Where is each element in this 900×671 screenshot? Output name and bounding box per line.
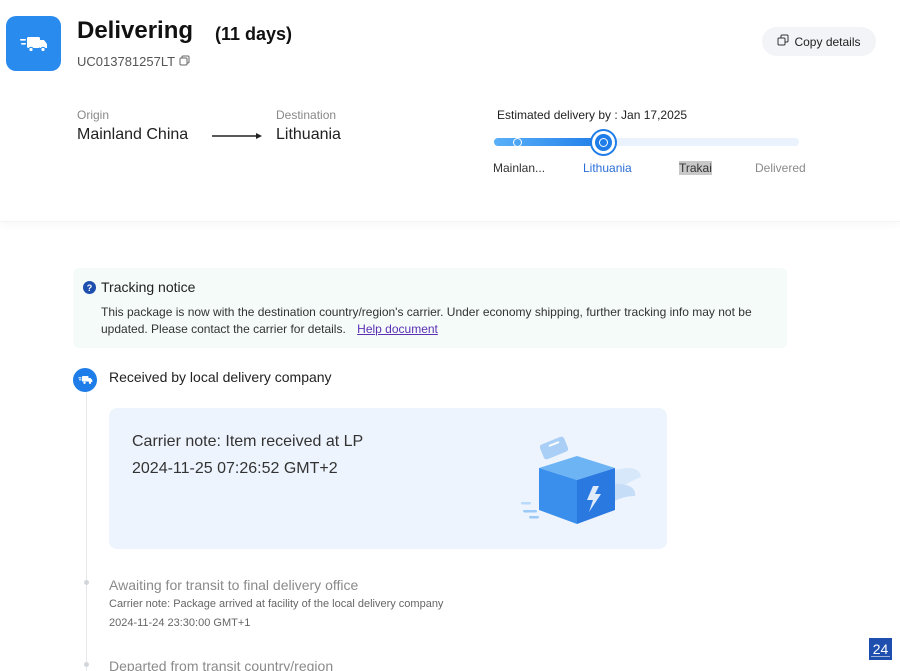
tracking-number: UC013781257LT — [77, 54, 190, 69]
event-timestamp: 2024-11-24 23:30:00 GMT+1 — [109, 617, 251, 629]
parcel-box-illustration — [521, 436, 641, 524]
destination-label: Destination — [276, 108, 337, 122]
event-title-current: Received by local delivery company — [109, 369, 332, 385]
destination-value: Lithuania — [276, 126, 341, 143]
timeline-dot — [84, 580, 89, 585]
truck-icon — [73, 368, 97, 392]
carrier-note: Carrier note: Item received at LP — [132, 433, 364, 450]
help-document-link[interactable]: Help document — [357, 322, 438, 336]
progress-node-current — [592, 131, 615, 154]
event-title: Departed from transit country/region — [109, 658, 334, 671]
copy-icon — [777, 34, 789, 49]
event-card: Carrier note: Item received at LP 2024-1… — [109, 408, 667, 549]
tracking-notice: ? Tracking notice This package is now wi… — [73, 268, 787, 348]
timeline-dot — [84, 662, 89, 667]
progress-bar — [494, 138, 799, 146]
stage-current: Lithuania — [583, 161, 632, 175]
shipment-header: Delivering (11 days) UC013781257LT Copy … — [0, 0, 900, 222]
status-title: Delivering — [77, 17, 194, 44]
notice-title: Tracking notice — [101, 279, 196, 295]
stage-city: Trakai — [679, 161, 712, 175]
copy-details-label: Copy details — [794, 34, 861, 49]
progress-fill — [494, 138, 604, 146]
status-days: (11 days) — [215, 24, 293, 44]
origin-label: Origin — [77, 108, 110, 122]
copy-details-button[interactable]: Copy details — [762, 27, 876, 56]
truck-icon — [6, 16, 61, 71]
event-timestamp: 2024-11-25 07:26:52 GMT+2 — [132, 460, 338, 477]
carrier-note: Carrier note: Package arrived at facilit… — [109, 598, 444, 610]
tracking-number-text: UC013781257LT — [77, 54, 176, 69]
estimated-delivery: Estimated delivery by : Jan 17,2025 — [497, 108, 688, 122]
notice-text: This package is now with the destination… — [101, 304, 771, 338]
event-title: Awaiting for transit to final delivery o… — [109, 577, 359, 593]
route-arrow-icon — [212, 133, 262, 139]
page-badge[interactable]: 24 — [869, 638, 892, 660]
timeline-line — [86, 388, 87, 671]
progress-node-origin — [513, 138, 522, 147]
stage-origin: Mainlan... — [493, 161, 546, 175]
copy-icon[interactable] — [179, 54, 190, 69]
stage-delivered: Delivered — [755, 161, 806, 175]
question-icon: ? — [83, 281, 96, 294]
origin-value: Mainland China — [77, 126, 189, 143]
